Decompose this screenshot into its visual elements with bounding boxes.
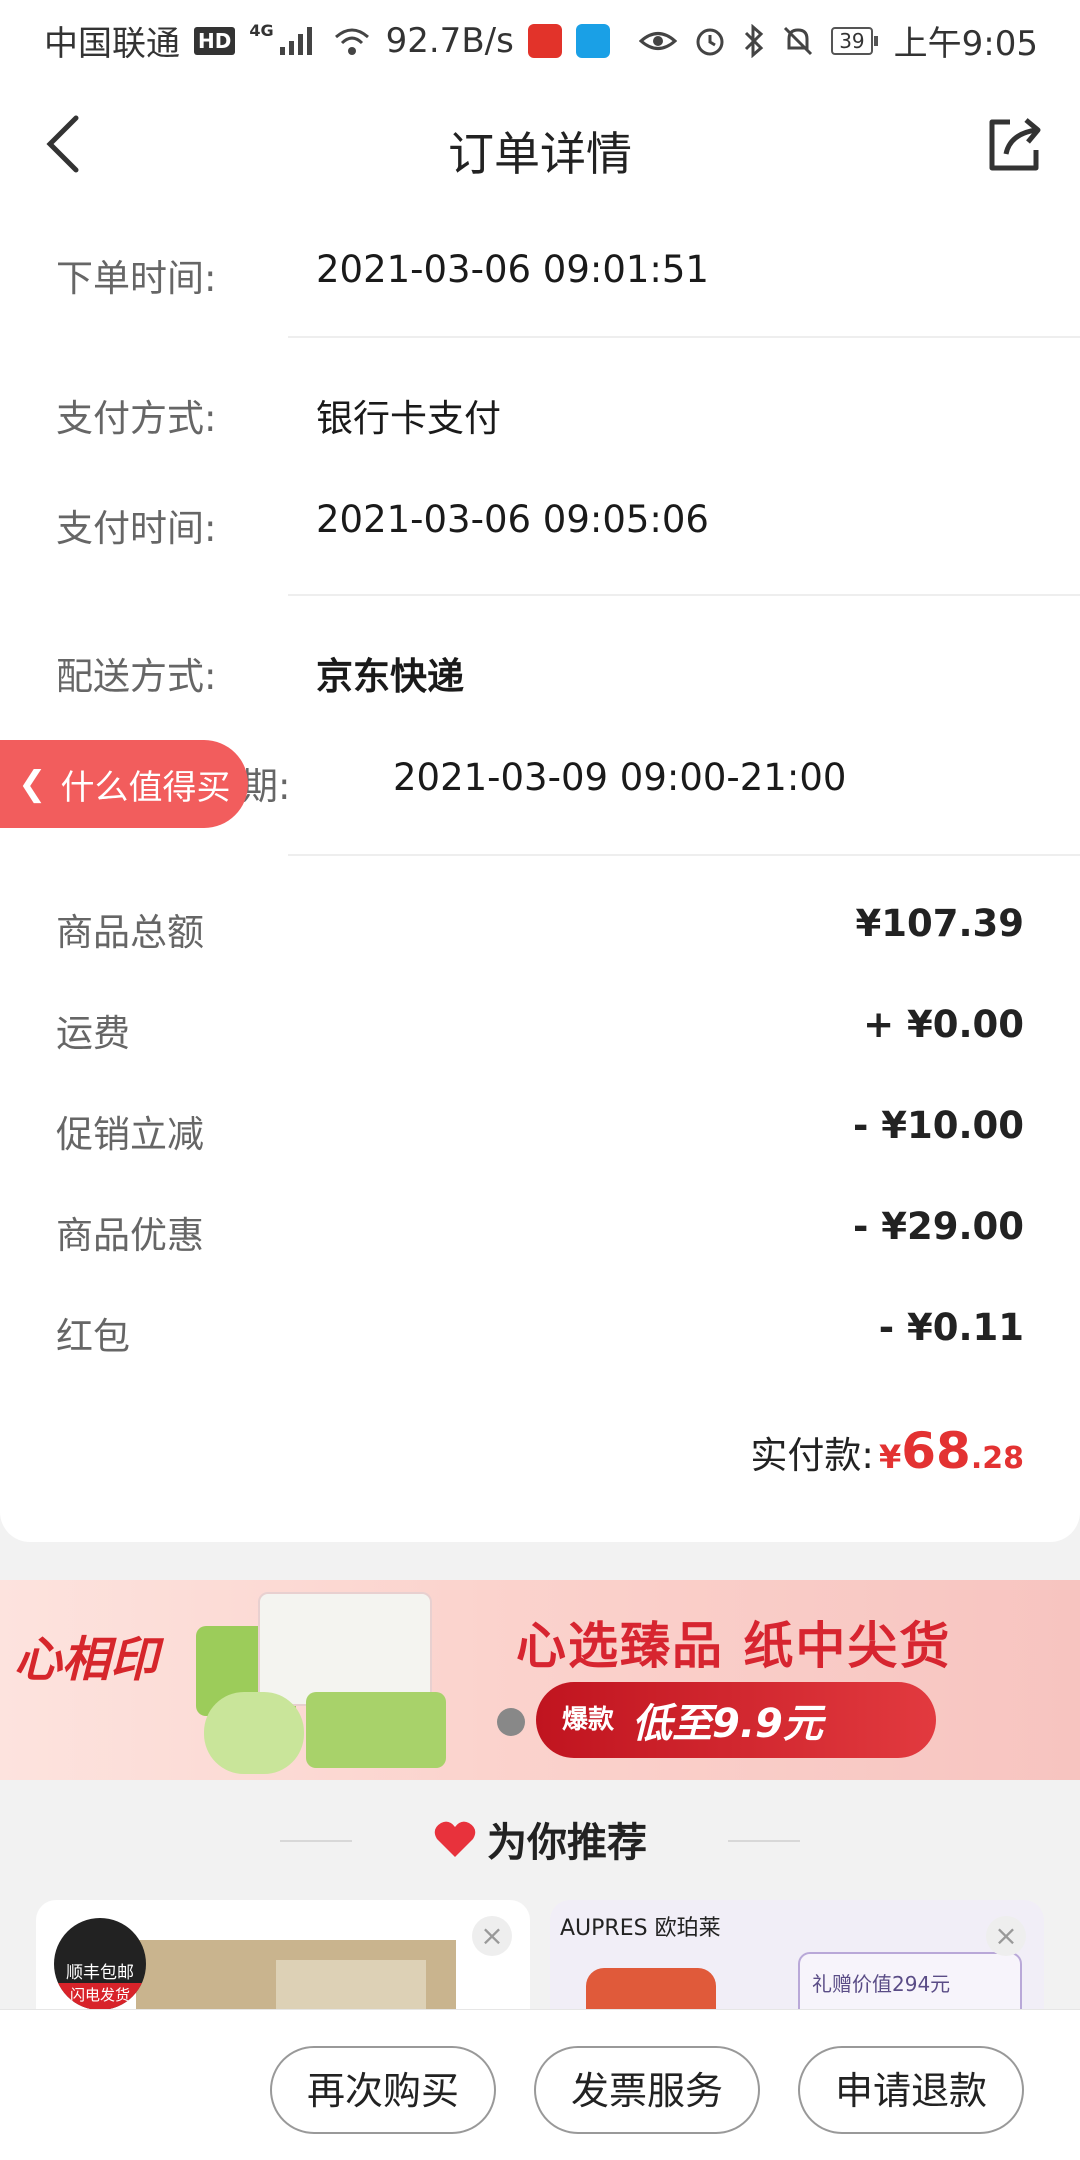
page-title: 订单详情 — [448, 127, 632, 181]
order-detail-screen: 中国联通 HD 4G 92.7B/s 39 上午9:05 订单详情 下单时间: … — [0, 0, 1080, 2160]
clock: 上午9:05 — [893, 24, 1038, 64]
share-icon[interactable] — [980, 108, 1050, 178]
total-paid: 实付款: ¥68.28 — [750, 1422, 1024, 1480]
network-type: 4G — [249, 21, 274, 40]
brand-logo: 心相印 — [14, 1632, 159, 1688]
recommend-heading: 为你推荐 — [0, 1810, 1080, 1868]
payment-method-value: 银行卡支付 — [316, 397, 501, 440]
bottom-action-bar: 再次购买 发票服务 申请退款 — [0, 2009, 1080, 2160]
fee-value: - ¥29.00 — [852, 1205, 1024, 1248]
fee-value: + ¥0.00 — [863, 1003, 1024, 1046]
total-decimal: .28 — [970, 1441, 1024, 1476]
divider — [288, 854, 1080, 856]
alarm-icon — [696, 28, 724, 55]
bulb-notification-icon — [575, 23, 610, 58]
chevron-left-icon: ❮ — [18, 764, 47, 804]
sf-badge-top: 顺丰包邮 — [66, 1963, 134, 1983]
status-left: 中国联通 HD 4G 92.7B/s — [44, 16, 610, 65]
order-detail-card: 下单时间: 2021-03-06 09:01:51 支付方式: 银行卡支付 支付… — [0, 222, 1080, 1542]
payment-time-label: 支付时间: — [56, 507, 217, 550]
network-speed: 92.7B/s — [385, 20, 514, 61]
product-image — [258, 1592, 432, 1706]
float-pill-label: 什么值得买 — [60, 767, 231, 808]
status-bar: 中国联通 HD 4G 92.7B/s 39 上午9:05 — [0, 0, 1080, 72]
signal-icon — [279, 26, 312, 55]
gift-label: 礼赠价值294元 — [812, 1972, 951, 1996]
product-brand: AUPRES 欧珀莱 — [560, 1916, 721, 1941]
order-time-label: 下单时间: — [56, 257, 217, 300]
sf-shipping-badge: 顺丰包邮 闪电发货 — [54, 1918, 146, 2010]
product-image — [204, 1692, 304, 1774]
payment-time-value: 2021-03-06 09:05:06 — [316, 498, 709, 541]
payment-method-label: 支付方式: — [56, 397, 217, 440]
eye-icon — [639, 31, 678, 50]
fee-label: 商品总额 — [56, 911, 204, 954]
fee-value: ¥107.39 — [855, 902, 1024, 945]
carrier-name: 中国联通 — [44, 24, 180, 64]
banner-cta-label: 低至9.9元 — [632, 1701, 823, 1747]
product-image — [306, 1692, 446, 1768]
mute-bell-icon — [784, 26, 813, 55]
delivery-method-value: 京东快递 — [316, 655, 464, 698]
fee-value: - ¥0.11 — [878, 1306, 1024, 1349]
battery-level: 39 — [831, 26, 873, 55]
fee-label: 运费 — [56, 1012, 130, 1055]
close-icon[interactable]: × — [986, 1916, 1026, 1956]
close-icon[interactable]: × — [472, 1916, 512, 1956]
delivery-method-label: 配送方式: — [56, 655, 217, 698]
divider — [288, 594, 1080, 596]
banner-tag: 爆款 — [561, 1705, 614, 1735]
fee-label: 促销立减 — [56, 1113, 204, 1156]
status-right: 39 上午9:05 — [639, 16, 1038, 65]
recommend-title: 为你推荐 — [487, 1820, 647, 1866]
order-time-value: 2021-03-06 09:01:51 — [316, 248, 709, 291]
invoice-service-button[interactable]: 发票服务 — [534, 2046, 760, 2134]
bluetooth-icon — [745, 23, 764, 58]
request-refund-button[interactable]: 申请退款 — [798, 2046, 1024, 2134]
fee-value: - ¥10.00 — [852, 1104, 1024, 1147]
app-notification-icon — [527, 23, 562, 58]
wifi-icon — [334, 28, 369, 55]
hd-badge: HD — [194, 26, 236, 55]
buy-again-button[interactable]: 再次购买 — [270, 2046, 496, 2134]
sf-badge-bottom: 闪电发货 — [54, 1983, 146, 2010]
total-integer: 68 — [901, 1422, 971, 1480]
banner-title: 心选臻品 纸中尖货 — [516, 1617, 952, 1675]
carousel-dot[interactable] — [497, 1708, 525, 1736]
fee-label: 商品优惠 — [56, 1214, 204, 1257]
fee-label: 红包 — [56, 1315, 130, 1358]
recommend-title-wrap: 为你推荐 — [433, 1810, 647, 1868]
heart-icon — [434, 1821, 476, 1857]
battery-indicator: 39 — [831, 26, 878, 55]
total-currency: ¥ — [878, 1438, 902, 1476]
banner-cta-button[interactable]: 爆款 低至9.9元 — [536, 1682, 936, 1758]
smzdm-float-button[interactable]: ❮ 什么值得买 — [0, 740, 248, 828]
divider — [288, 336, 1080, 338]
promo-banner[interactable]: 心相印 心选臻品 纸中尖货 爆款 低至9.9元 — [0, 1580, 1080, 1780]
total-label: 实付款: — [750, 1434, 874, 1477]
delivery-date-value: 2021-03-09 09:00-21:00 — [393, 756, 847, 799]
nav-bar: 订单详情 — [0, 72, 1080, 222]
battery-tip — [873, 35, 878, 46]
